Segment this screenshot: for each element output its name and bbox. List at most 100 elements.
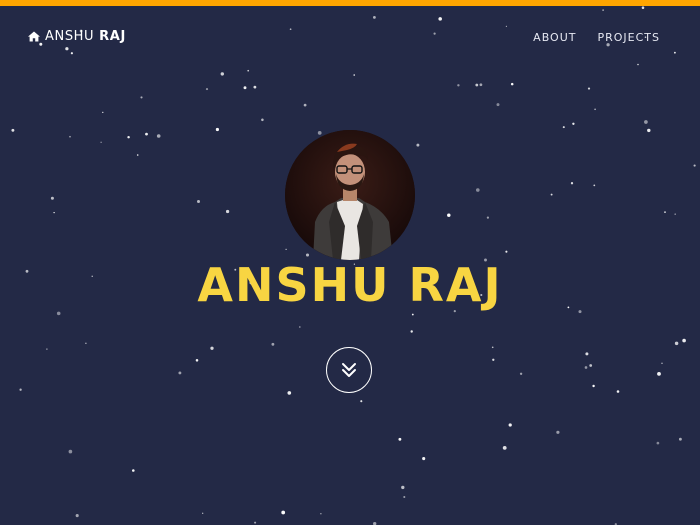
star <box>447 213 451 217</box>
star <box>616 390 620 393</box>
star <box>656 441 660 445</box>
star <box>587 87 591 90</box>
star <box>416 143 420 147</box>
star <box>411 313 414 316</box>
star <box>664 211 666 213</box>
star <box>519 372 523 375</box>
profile-photo <box>285 130 415 260</box>
star <box>287 391 292 395</box>
scroll-down-button[interactable] <box>326 347 372 393</box>
star <box>205 88 209 91</box>
star <box>492 358 495 361</box>
star <box>496 103 500 107</box>
star <box>502 446 507 450</box>
star <box>210 346 214 350</box>
star <box>486 216 489 219</box>
star <box>353 74 356 76</box>
star <box>305 253 310 257</box>
star <box>422 457 426 461</box>
star <box>398 437 402 441</box>
hero-name: ANSHU RAJ <box>197 258 503 312</box>
star <box>202 512 204 514</box>
star <box>75 514 79 518</box>
star <box>243 86 247 90</box>
star <box>127 135 130 139</box>
star <box>562 126 565 129</box>
star <box>317 131 322 135</box>
star <box>572 122 575 125</box>
star <box>360 400 363 403</box>
star <box>298 326 301 328</box>
star <box>550 193 553 196</box>
star <box>674 213 676 215</box>
star <box>589 364 593 367</box>
star <box>585 352 589 356</box>
star <box>401 485 405 490</box>
double-chevron-down-icon <box>342 363 356 377</box>
home-icon <box>28 31 40 42</box>
navbar: ANSHU RAJ ABOUT PROJECTS <box>0 6 700 68</box>
star <box>215 127 219 132</box>
star <box>594 108 596 111</box>
star <box>69 135 71 138</box>
star <box>253 85 257 89</box>
star <box>678 437 682 441</box>
star <box>508 423 512 427</box>
star <box>593 184 596 187</box>
star <box>195 359 199 362</box>
star <box>556 430 560 434</box>
star <box>674 341 679 346</box>
star <box>136 154 139 156</box>
star <box>50 196 54 200</box>
star <box>145 132 148 136</box>
star <box>247 69 250 72</box>
star <box>46 348 48 350</box>
star <box>491 346 494 349</box>
star <box>457 84 460 87</box>
star <box>156 134 161 138</box>
profile-photo-illustration <box>285 130 415 260</box>
star <box>475 188 480 192</box>
star <box>410 330 413 333</box>
star <box>584 366 588 369</box>
star <box>475 83 479 87</box>
star <box>100 141 102 143</box>
star <box>403 495 406 499</box>
nav-link-about[interactable]: ABOUT <box>533 31 576 44</box>
star <box>479 83 483 87</box>
star <box>132 469 135 472</box>
nav-links: ABOUT PROJECTS <box>533 31 660 44</box>
star <box>53 211 55 214</box>
star <box>657 372 661 376</box>
star <box>281 510 286 515</box>
star <box>505 250 508 253</box>
star <box>197 200 200 203</box>
brand-link[interactable]: ANSHU RAJ <box>28 29 126 44</box>
nav-link-projects[interactable]: PROJECTS <box>597 31 660 44</box>
star <box>303 103 307 107</box>
star <box>682 338 686 343</box>
star <box>220 72 224 76</box>
star <box>647 128 651 133</box>
star <box>693 164 696 167</box>
star <box>225 209 230 214</box>
star <box>271 342 275 346</box>
star <box>570 182 574 185</box>
star <box>56 311 61 316</box>
star <box>11 128 15 132</box>
star <box>592 384 595 388</box>
star <box>285 248 287 251</box>
star <box>178 371 182 375</box>
star <box>19 388 22 391</box>
star <box>140 96 143 99</box>
brand-last-name: RAJ <box>99 29 126 44</box>
star <box>644 120 648 124</box>
star <box>510 82 514 86</box>
star <box>85 342 87 345</box>
star <box>68 449 73 454</box>
star <box>661 362 663 364</box>
brand-first-name: ANSHU <box>45 29 95 44</box>
star <box>320 513 322 515</box>
star <box>261 118 264 122</box>
star <box>254 521 257 524</box>
